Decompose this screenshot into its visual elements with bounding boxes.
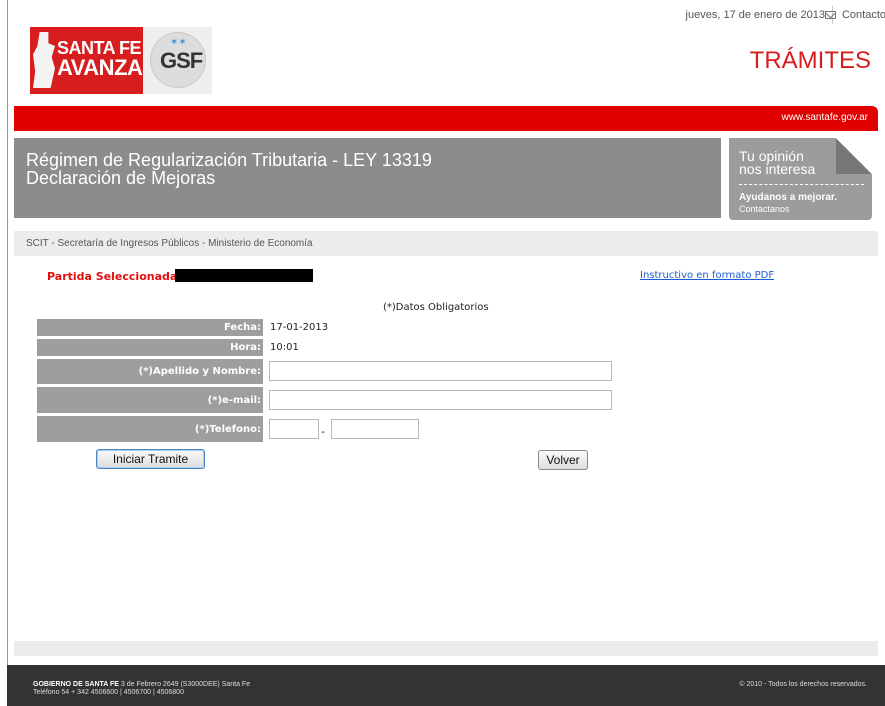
page-banner: Régimen de Regularización Tributaria - L… — [14, 138, 721, 218]
top-bar: jueves, 17 de enero de 2013 Contacto — [8, 0, 885, 28]
feedback-cta: Ayudanos a mejorar. — [739, 192, 837, 203]
page-fold-icon — [836, 138, 872, 174]
partida-value-redacted — [175, 269, 313, 282]
gsf-star-icon: ✶✶ — [170, 37, 187, 48]
site-url[interactable]: www.santafe.gov.ar — [781, 112, 868, 123]
logo-block[interactable]: SANTA FE AVANZA ✶✶ GSF — [30, 27, 212, 94]
telefono-label: (*)Telefono: — [37, 416, 263, 442]
footer-street: 3 de Febrero 2649 (S3000DEE) Santa Fe — [120, 681, 251, 688]
nombre-label: (*)Apellido y Nombre: — [37, 359, 263, 384]
iniciar-tramite-button[interactable]: Iniciar Tramite — [96, 449, 205, 469]
email-label: (*)e-mail: — [37, 387, 263, 413]
footer-org: GOBIERNO DE SANTA FE — [33, 681, 119, 688]
breadcrumb-bar: SCIT - Secretaría de Ingresos Públicos -… — [14, 231, 878, 256]
contact-link[interactable]: Contacto — [824, 9, 885, 21]
contact-label: Contacto — [841, 9, 885, 21]
section-title: TRÁMITES — [749, 47, 871, 74]
gsf-logo-text: GSF — [160, 48, 203, 73]
page-subtitle: Declaración de Mejoras — [26, 168, 216, 188]
pdf-instructions-link[interactable]: Instructivo en formato PDF — [640, 270, 774, 281]
current-date: jueves, 17 de enero de 2013 — [685, 9, 825, 21]
breadcrumb: SCIT - Secretaría de Ingresos Públicos -… — [26, 238, 313, 249]
required-fields-note: (*)Datos Obligatorios — [383, 302, 489, 313]
telefono-separator: - — [321, 425, 325, 438]
email-input[interactable] — [269, 390, 612, 410]
footer: GOBIERNO DE SANTA FE 3 de Febrero 2649 (… — [7, 665, 885, 706]
volver-button[interactable]: Volver — [538, 450, 588, 470]
feedback-link[interactable]: Contactanos — [739, 204, 790, 214]
telefono-number-input[interactable] — [331, 419, 419, 439]
nombre-input[interactable] — [269, 361, 612, 381]
footer-address: GOBIERNO DE SANTA FE 3 de Febrero 2649 (… — [33, 681, 250, 688]
partida-label: Partida Seleccionada: — [47, 270, 182, 283]
fecha-value: 17-01-2013 — [270, 322, 329, 333]
mail-icon — [824, 11, 836, 19]
red-nav-bar: www.santafe.gov.ar — [14, 106, 878, 131]
bottom-bar — [14, 641, 878, 656]
feedback-box[interactable]: Tu opinión nos interesa Ayudanos a mejor… — [729, 138, 872, 220]
hora-value: 10:01 — [270, 342, 299, 353]
telefono-area-input[interactable] — [269, 419, 319, 439]
santa-fe-avanza-logo: SANTA FE AVANZA — [30, 27, 143, 94]
fecha-label: Fecha: — [37, 319, 263, 336]
province-map-icon — [33, 32, 55, 88]
logo-line2: AVANZA — [57, 55, 143, 80]
feedback-line2: nos interesa — [739, 161, 816, 177]
hora-label: Hora: — [37, 339, 263, 356]
dashed-divider — [739, 184, 864, 185]
footer-copyright: © 2010 - Todos los derechos reservados. — [739, 681, 867, 688]
footer-phones: Teléfono 54 + 342 4506600 | 4506700 | 45… — [33, 689, 184, 696]
